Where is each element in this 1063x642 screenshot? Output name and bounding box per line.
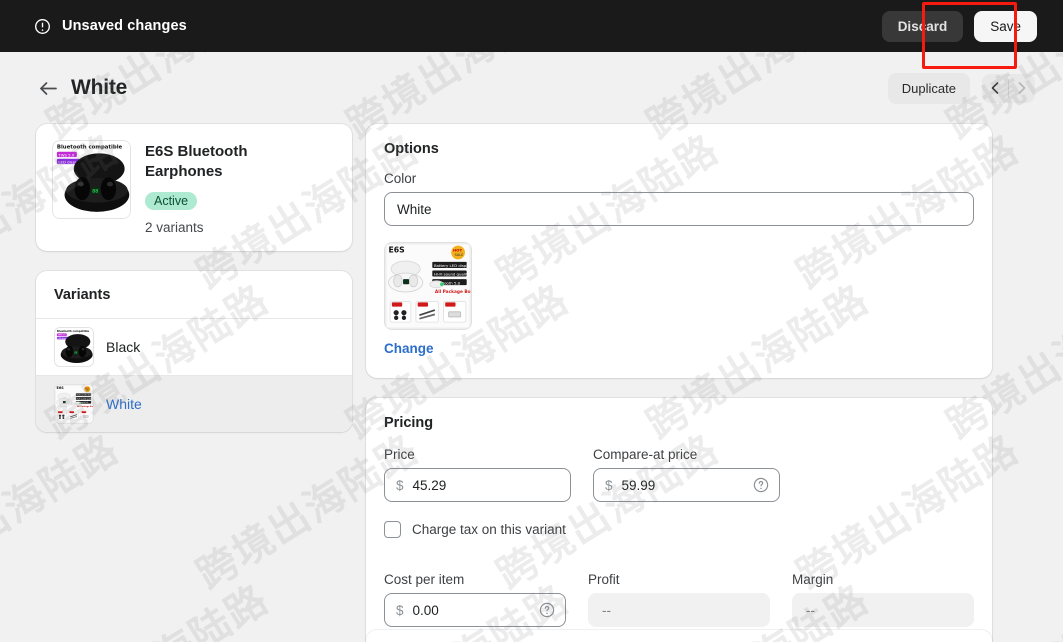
cost-currency: $ [396, 602, 404, 618]
change-image-link[interactable]: Change [384, 341, 434, 356]
price-label: Price [384, 447, 415, 462]
charge-tax-label: Charge tax on this variant [412, 522, 566, 537]
pricing-card: Pricing Price $ 45.29 Compare-at price $ [366, 398, 992, 642]
product-info: E6S Bluetooth Earphones Active 2 variant… [145, 140, 315, 235]
alert-circle-icon [34, 18, 51, 35]
next-section-card-partial [366, 630, 992, 642]
variants-title: Variants [54, 286, 111, 303]
price-field: Price $ 45.29 [384, 433, 571, 502]
arrow-left-icon[interactable] [36, 77, 60, 99]
price-input[interactable]: $ 45.29 [384, 468, 571, 502]
variant-label: White [106, 395, 142, 412]
color-field-label: Color [384, 171, 417, 186]
savebar-title: Unsaved changes [62, 18, 187, 34]
status-badge: Active [145, 191, 198, 210]
variant-row-black[interactable]: Black [36, 317, 352, 375]
help-circle-icon[interactable] [539, 602, 555, 618]
margin-field: Margin -- [792, 558, 974, 627]
options-card: Options Color Change [366, 124, 992, 378]
unsaved-changes-bar: Unsaved changes Discard Save [0, 0, 1063, 52]
cost-per-item-field: Cost per item $ 0.00 [384, 558, 566, 627]
variant-label: Black [106, 338, 141, 355]
watermark-text: 跨境出海陆路 [0, 418, 128, 601]
save-button-wrapper: Save [974, 10, 1037, 42]
variant-count: 2 variants [145, 219, 204, 235]
left-column: E6S Bluetooth Earphones Active 2 variant… [36, 124, 352, 432]
price-value: 45.29 [412, 477, 447, 493]
savebar-message: Unsaved changes [34, 18, 187, 35]
margin-value: -- [792, 593, 974, 627]
compare-at-price-input[interactable]: $ 59.99 [593, 468, 780, 502]
compare-value: 59.99 [621, 477, 656, 493]
compare-currency: $ [605, 477, 613, 493]
margin-label: Margin [792, 572, 834, 587]
cost-row: Cost per item $ 0.00 Profit -- Margin -- [384, 558, 974, 627]
variant-row-white[interactable]: White [36, 374, 352, 432]
compare-at-price-field: Compare-at price $ 59.99 [593, 433, 780, 502]
cost-per-item-input[interactable]: $ 0.00 [384, 593, 566, 627]
option-image [384, 242, 472, 330]
variant-thumbnail-black [54, 326, 94, 367]
cost-per-item-label: Cost per item [384, 572, 465, 587]
options-title: Options [384, 141, 439, 157]
discard-button[interactable]: Discard [881, 10, 964, 42]
price-currency: $ [396, 477, 404, 493]
help-circle-icon[interactable] [753, 477, 769, 493]
chevron-right-icon [1009, 74, 1035, 103]
variant-thumbnail-white [54, 383, 94, 424]
duplicate-button[interactable]: Duplicate [887, 72, 970, 104]
product-summary-card: E6S Bluetooth Earphones Active 2 variant… [36, 124, 352, 251]
profit-field: Profit -- [588, 558, 770, 627]
pricing-title: Pricing [384, 415, 434, 431]
charge-tax-checkbox[interactable] [384, 521, 401, 538]
chevron-left-icon[interactable] [982, 74, 1008, 103]
page-title: White [71, 76, 128, 99]
price-row: Price $ 45.29 Compare-at price $ 59.99 [384, 433, 974, 502]
profit-value: -- [588, 593, 770, 627]
variants-card: Variants Black White [36, 270, 352, 432]
profit-label: Profit [588, 572, 620, 587]
product-name: E6S Bluetooth Earphones [145, 143, 248, 181]
save-button[interactable]: Save [974, 10, 1037, 42]
charge-tax-row[interactable]: Charge tax on this variant [384, 521, 974, 538]
variant-pager [982, 73, 1035, 103]
right-column: Options Color Change Pricing Price $ 45.… [366, 124, 992, 642]
page-header: White Duplicate [0, 52, 1063, 124]
color-input[interactable] [384, 192, 974, 226]
cost-value: 0.00 [412, 602, 439, 618]
compare-at-price-label: Compare-at price [593, 447, 698, 462]
savebar-actions: Discard Save [881, 10, 1037, 42]
product-thumbnail [52, 140, 131, 219]
watermark-text: 跨境出海陆路 [0, 426, 277, 642]
